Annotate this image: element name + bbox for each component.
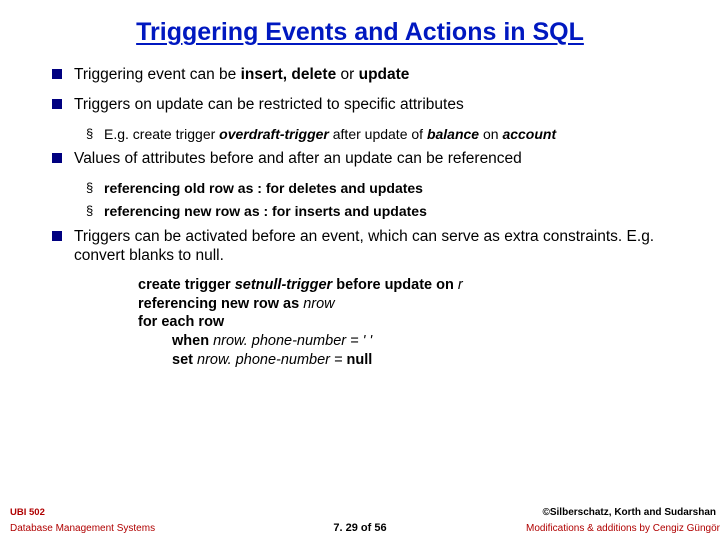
cl4b: nrow. phone-number = — [213, 333, 363, 349]
code-line-3: for each row — [138, 313, 680, 332]
bullet-3-sub-2: referencing new row as : for inserts and… — [86, 203, 680, 221]
cl3: for each row — [138, 314, 224, 330]
bullet-3: Values of attributes before and after an… — [52, 149, 680, 168]
b2s-trigger: overdraft-trigger — [219, 126, 333, 142]
cl2b: nrow — [303, 296, 334, 312]
bullet-2-sub: E.g. create trigger overdraft-trigger af… — [86, 126, 680, 144]
footer-right-top: ©Silberschatz, Korth and Sudarshan — [542, 507, 716, 518]
code-block: create trigger setnull-trigger before up… — [138, 276, 680, 369]
b2s-mid: after update of — [333, 126, 427, 142]
slide: Triggering Events and Actions in SQL Tri… — [0, 0, 720, 540]
slide-body: Triggering event can be insert, delete o… — [0, 57, 720, 369]
cl1d: r — [458, 277, 463, 293]
cl4c: ' ' — [363, 333, 373, 349]
slide-title: Triggering Events and Actions in SQL — [0, 0, 720, 57]
b3s2-pre: referencing new row as — [104, 203, 260, 219]
footer-left-top: UBI 502 — [10, 507, 45, 518]
cl1c: before update on — [336, 277, 458, 293]
bullet-4: Triggers can be activated before an even… — [52, 227, 680, 266]
b2s-on: on — [483, 126, 502, 142]
b3s1-post: : for deletes and updates — [253, 180, 423, 196]
footer-left-bottom: Database Management Systems — [10, 523, 155, 534]
cl2a: referencing new row as — [138, 296, 303, 312]
bullet-1: Triggering event can be insert, delete o… — [52, 65, 680, 84]
bullet-3-text: Values of attributes before and after an… — [74, 150, 522, 167]
cl5c: null — [347, 352, 373, 368]
footer: UBI 502 Database Management Systems 7. 2… — [0, 500, 720, 540]
bullet-1-bold-b: update — [359, 66, 410, 83]
b2s-bal: balance — [427, 126, 483, 142]
code-line-5: set nrow. phone-number = null — [172, 351, 680, 370]
cl5b: nrow. phone-number = — [197, 352, 347, 368]
bullet-1-bold-a: insert, delete — [241, 66, 341, 83]
bullet-1-text-b: or — [341, 66, 359, 83]
bullet-4-text: Triggers can be activated before an even… — [74, 228, 654, 264]
footer-right-bottom: Modifications & additions by Cengiz Güng… — [526, 523, 720, 534]
cl5a: set — [172, 352, 197, 368]
b2s-pre: E.g. create trigger — [104, 126, 219, 142]
bullet-3-sub-1: referencing old row as : for deletes and… — [86, 180, 680, 198]
code-line-4: when nrow. phone-number = ' ' — [172, 332, 680, 351]
bullet-2: Triggers on update can be restricted to … — [52, 95, 680, 114]
cl4a: when — [172, 333, 213, 349]
bullet-2-text: Triggers on update can be restricted to … — [74, 96, 464, 113]
b3s1-pre: referencing old row as — [104, 180, 253, 196]
cl1a: create trigger — [138, 277, 235, 293]
code-line-1: create trigger setnull-trigger before up… — [138, 276, 680, 295]
b2s-acct: account — [502, 126, 556, 142]
b3s2-post: : for inserts and updates — [260, 203, 427, 219]
footer-center: 7. 29 of 56 — [333, 522, 386, 534]
bullet-1-text-a: Triggering event can be — [74, 66, 241, 83]
cl1b: setnull-trigger — [235, 277, 337, 293]
code-line-2: referencing new row as nrow — [138, 295, 680, 314]
